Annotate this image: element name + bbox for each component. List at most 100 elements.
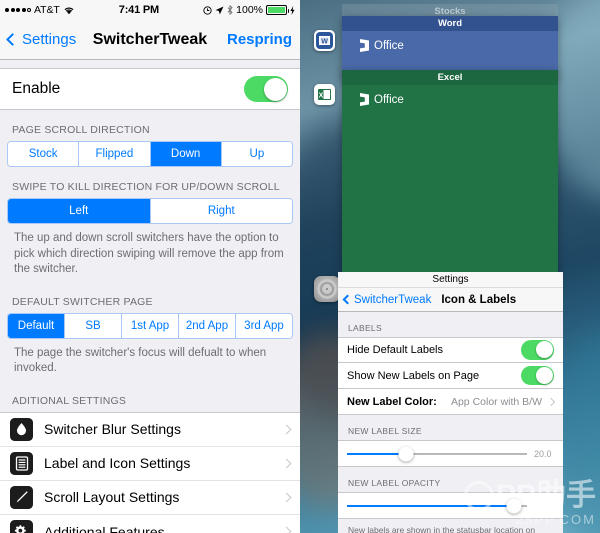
swipe-kill-segmented-control: Left Right <box>7 198 293 224</box>
switcher-card-word[interactable]: Word Office <box>342 16 558 78</box>
segment-3rd-app[interactable]: 3rd App <box>236 313 292 338</box>
list-item-scroll-layout[interactable]: Scroll Layout Settings <box>0 480 300 515</box>
chevron-right-icon <box>281 458 292 469</box>
navigation-bar: Settings SwitcherTweak Respring <box>0 20 300 60</box>
lightning-bolt-icon <box>290 5 295 15</box>
office-mark-icon <box>359 93 369 106</box>
switcher-card-settings[interactable]: Settings SwitcherTweak Icon & Labels LAB… <box>338 272 563 533</box>
new-label-size-header: NEW LABEL SIZE <box>348 426 422 436</box>
location-arrow-icon <box>215 6 224 14</box>
enable-cell: Enable <box>0 68 300 110</box>
overlay-back-button[interactable]: SwitcherTweak <box>354 294 431 306</box>
word-icon[interactable]: W <box>314 30 335 51</box>
status-bar-left: AT&T <box>5 4 75 16</box>
overlay-settings-list: LABELS Hide Default Labels Show New Labe… <box>338 312 563 533</box>
segment-1st-app[interactable]: 1st App <box>122 313 179 338</box>
segment-right[interactable]: Right <box>150 199 292 223</box>
office-text: Office <box>374 93 404 106</box>
status-bar: AT&T 7:41 PM 100% <box>0 0 300 20</box>
new-label-size-slider[interactable] <box>347 446 527 461</box>
office-mark-icon <box>359 39 369 52</box>
segment-left[interactable]: Left <box>8 199 151 223</box>
segment-default[interactable]: Default <box>8 313 65 338</box>
new-label-opacity-cell <box>338 492 563 519</box>
chevron-right-icon <box>281 424 292 435</box>
battery-icon <box>266 5 289 15</box>
page-scroll-segmented-control: Stock Flipped Down Up <box>7 141 293 167</box>
hide-default-labels-cell: Hide Default Labels <box>338 337 563 363</box>
default-page-segmented-control: Default SB 1st App 2nd App 3rd App <box>7 312 293 339</box>
segment-down[interactable]: Down <box>150 142 222 166</box>
new-label-color-label: New Label Color: <box>347 395 437 408</box>
list-item-label-and-icon[interactable]: Label and Icon Settings <box>0 446 300 481</box>
chevron-right-icon <box>546 397 556 406</box>
additional-settings-header: ADITIONAL SETTINGS <box>12 394 127 407</box>
swipe-kill-footer: The up and down scroll switchers have th… <box>14 232 284 276</box>
bluetooth-icon <box>227 5 233 15</box>
chevron-right-icon <box>281 526 292 533</box>
segment-2nd-app[interactable]: 2nd App <box>179 313 236 338</box>
show-new-labels-label: Show New Labels on Page <box>347 369 480 382</box>
right-pane-app-switcher: Stocks FB 99.67 Word Office W <box>300 0 600 533</box>
enable-toggle[interactable] <box>244 76 288 102</box>
list-item-label: Additional Features <box>44 523 165 533</box>
labels-group-header: LABELS <box>348 323 382 333</box>
droplet-icon <box>10 417 33 441</box>
carrier-label: AT&T <box>34 4 60 16</box>
chevron-left-icon <box>342 294 353 305</box>
hide-default-labels-toggle[interactable] <box>521 340 554 360</box>
list-item-additional-features[interactable]: Additional Features <box>0 514 300 533</box>
list-item-label: Label and Icon Settings <box>44 455 191 472</box>
list-item-label: Scroll Layout Settings <box>44 489 180 506</box>
new-label-size-value: 20.0 <box>534 448 552 459</box>
settings-list: Enable PAGE SCROLL DIRECTION Stock Flipp… <box>0 60 300 533</box>
svg-text:W: W <box>321 39 328 46</box>
gears-icon <box>10 520 33 533</box>
svg-text:X: X <box>319 93 324 100</box>
excel-icon[interactable]: X <box>314 84 335 105</box>
overlay-footer-text: New labels are shown in the statusbar lo… <box>348 525 536 533</box>
overlay-navigation-bar: SwitcherTweak Icon & Labels <box>338 288 563 312</box>
pencil-icon <box>10 485 33 509</box>
back-button[interactable]: Settings <box>6 31 77 48</box>
office-text: Office <box>374 39 404 52</box>
new-label-color-cell[interactable]: New Label Color: App Color with B/W <box>338 389 563 415</box>
segment-sb[interactable]: SB <box>65 313 122 338</box>
document-list-icon <box>10 451 33 475</box>
new-label-opacity-header: NEW LABEL OPACITY <box>348 478 441 488</box>
default-page-footer: The page the switcher's focus will defua… <box>14 346 267 375</box>
status-bar-time: 7:41 PM <box>118 4 159 16</box>
back-button-label: Settings <box>22 31 77 48</box>
left-pane-settings: AT&T 7:41 PM 100% Settings SwitcherTweak… <box>0 0 300 533</box>
overlay-page-title: Icon & Labels <box>441 293 517 306</box>
segment-flipped[interactable]: Flipped <box>79 142 151 166</box>
signal-strength-icon <box>5 8 31 12</box>
hide-default-labels-label: Hide Default Labels <box>347 344 444 356</box>
excel-office-label: Office <box>358 93 404 106</box>
list-item-label: Switcher Blur Settings <box>44 421 181 438</box>
word-office-label: Office <box>358 39 404 52</box>
switcher-card-excel[interactable]: Excel Office <box>342 70 558 286</box>
alarm-clock-icon <box>203 5 212 15</box>
show-new-labels-toggle[interactable] <box>521 365 554 386</box>
enable-label: Enable <box>12 80 61 97</box>
swipe-kill-header: SWIPE TO KILL DIRECTION FOR UP/DOWN SCRO… <box>12 181 280 193</box>
list-item-switcher-blur[interactable]: Switcher Blur Settings <box>0 412 300 447</box>
additional-settings-list: Switcher Blur Settings Label and Icon Se… <box>0 411 300 533</box>
overlay-status-title: Settings <box>338 272 563 288</box>
new-label-size-cell: 20.0 <box>338 440 563 467</box>
screenshot-root: AT&T 7:41 PM 100% Settings SwitcherTweak… <box>0 0 600 533</box>
battery-percent-label: 100% <box>236 4 263 16</box>
page-scroll-header: PAGE SCROLL DIRECTION <box>12 124 150 136</box>
segment-stock[interactable]: Stock <box>8 142 80 166</box>
new-label-opacity-slider[interactable] <box>347 498 527 513</box>
show-new-labels-cell: Show New Labels on Page <box>338 363 563 389</box>
status-bar-right: 100% <box>203 4 295 16</box>
switcher-card-title: Excel <box>342 70 558 85</box>
segment-up[interactable]: Up <box>221 142 292 166</box>
respring-button[interactable]: Respring <box>227 31 292 48</box>
chevron-right-icon <box>281 492 292 503</box>
switcher-card-title: Word <box>342 16 558 31</box>
settings-gear-icon[interactable] <box>314 276 340 302</box>
new-label-color-value: App Color with B/W <box>450 395 542 408</box>
